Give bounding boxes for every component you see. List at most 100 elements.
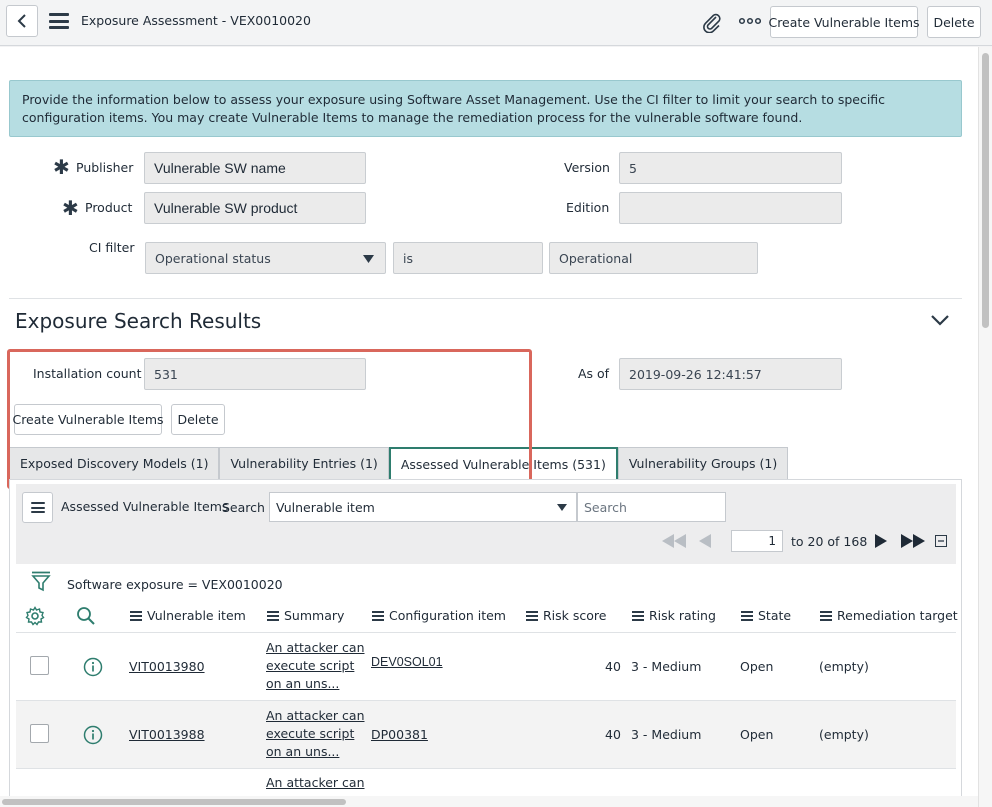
search-field-value: Vulnerable item <box>276 499 375 515</box>
table-row <box>16 768 956 796</box>
column-menu-icon <box>632 610 644 621</box>
gear-icon[interactable] <box>25 606 45 626</box>
as-of-field: 2019-09-26 12:41:57 <box>619 358 842 390</box>
risk-rating: 3 - Medium <box>631 727 702 742</box>
column-header-state[interactable]: State <box>741 608 791 623</box>
remediation-target: (empty) <box>819 727 869 742</box>
risk-score: 40 <box>605 659 621 674</box>
tab-vulnerability-entries[interactable]: Vulnerability Entries (1) <box>219 447 389 479</box>
section-divider <box>9 298 962 299</box>
form-title: Exposure Assessment - VEX0010020 <box>81 13 311 28</box>
column-header-vulnerable-item[interactable]: Vulnerable item <box>130 608 246 623</box>
configuration-item-link[interactable]: DP00381 <box>371 727 428 742</box>
column-label: State <box>758 608 792 623</box>
column-menu-icon <box>820 610 832 621</box>
ci-filter-operator[interactable]: is <box>393 242 543 274</box>
info-icon[interactable] <box>83 657 103 677</box>
column-label: Configuration item <box>389 608 506 623</box>
related-list-tabs: Exposed Discovery Models (1) Vulnerabili… <box>9 447 789 480</box>
publisher-field[interactable]: Vulnerable SW name <box>144 152 366 184</box>
vulnerable-item-link[interactable]: VIT0013988 <box>129 727 205 742</box>
column-menu-icon <box>526 610 538 621</box>
configuration-item-link[interactable]: DEV0SOL01 <box>371 655 443 669</box>
ci-filter-field-value: Operational status <box>155 250 271 266</box>
installation-count-field: 531 <box>144 358 366 390</box>
create-vulnerable-items-button[interactable]: Create Vulnerable Items <box>12 404 164 435</box>
column-header-remediation-target[interactable]: Remediation target <box>820 608 958 623</box>
ci-filter-value[interactable]: Operational <box>549 242 758 274</box>
previous-page-icon[interactable] <box>699 534 711 548</box>
installation-count-label: Installation count <box>33 366 142 381</box>
version-field[interactable]: 5 <box>619 152 842 184</box>
chevron-left-icon <box>17 14 26 28</box>
chevron-down-icon[interactable] <box>930 314 950 326</box>
column-header-risk-rating[interactable]: Risk rating <box>632 608 716 623</box>
product-field[interactable]: Vulnerable SW product <box>144 192 366 224</box>
required-icon: ✱ <box>62 196 79 220</box>
filter-icon[interactable] <box>31 571 51 592</box>
column-menu-icon <box>267 610 279 621</box>
remediation-target: (empty) <box>819 659 869 674</box>
page-input-value: 1 <box>768 534 776 548</box>
horizontal-scrollbar[interactable] <box>0 796 978 807</box>
context-menu-icon[interactable] <box>49 13 69 29</box>
tab-exposed-discovery-models[interactable]: Exposed Discovery Models (1) <box>9 447 220 479</box>
edition-field[interactable] <box>619 192 842 224</box>
column-header-configuration-item[interactable]: Configuration item <box>372 608 506 623</box>
last-page-icon[interactable] <box>901 534 925 548</box>
column-header-risk-score[interactable]: Risk score <box>526 608 606 623</box>
column-label: Remediation target <box>837 608 958 623</box>
column-header-summary[interactable]: Summary <box>267 608 344 623</box>
vulnerable-item-link[interactable]: VIT0013980 <box>129 659 205 674</box>
paperclip-icon[interactable] <box>701 11 723 33</box>
row-checkbox[interactable] <box>30 656 49 675</box>
column-label: Risk rating <box>649 608 716 623</box>
dropdown-arrow-icon <box>363 255 374 263</box>
first-page-icon[interactable] <box>662 534 686 548</box>
back-button[interactable] <box>6 5 38 37</box>
section-title: Exposure Search Results <box>15 309 262 333</box>
state: Open <box>740 727 774 742</box>
publisher-label: Publisher <box>76 160 134 175</box>
page-input[interactable]: 1 <box>731 530 783 552</box>
filter-breadcrumb[interactable]: Software exposure = VEX0010020 <box>67 577 283 592</box>
ci-filter-label: CI filter <box>89 240 135 255</box>
column-label: Risk score <box>543 608 607 623</box>
search-label: Search <box>222 500 265 515</box>
summary-link[interactable]: An attacker can execute script on an uns… <box>266 639 366 693</box>
column-label: Vulnerable item <box>147 608 246 623</box>
info-icon[interactable] <box>83 725 103 745</box>
as-of-label: As of <box>578 366 610 381</box>
state: Open <box>740 659 774 674</box>
next-page-icon[interactable] <box>875 534 887 548</box>
scrollbar-thumb[interactable] <box>982 53 989 328</box>
ci-filter-field-select[interactable]: Operational status <box>145 242 386 274</box>
delete-button[interactable]: Delete <box>171 404 225 435</box>
column-menu-icon <box>130 610 142 621</box>
summary-link[interactable]: An attacker can execute script on an uns… <box>266 707 366 761</box>
collapse-icon[interactable] <box>935 535 947 547</box>
list-title: Assessed Vulnerable Items <box>61 499 229 514</box>
summary-link[interactable]: An attacker can <box>266 774 366 792</box>
search-placeholder: Search <box>584 499 627 515</box>
vertical-scrollbar[interactable] <box>978 47 992 807</box>
more-options-icon[interactable] <box>739 15 761 27</box>
search-icon[interactable] <box>76 606 96 626</box>
risk-score: 40 <box>605 727 621 742</box>
form-header: Exposure Assessment - VEX0010020 Create … <box>0 0 992 46</box>
edition-label: Edition <box>566 200 610 215</box>
column-label: Summary <box>284 608 345 623</box>
menu-icon <box>31 502 45 513</box>
row-checkbox[interactable] <box>30 724 49 743</box>
header-delete-button[interactable]: Delete <box>927 6 981 38</box>
page-range: to 20 of 168 <box>791 534 868 549</box>
search-field-select[interactable]: Vulnerable item <box>269 492 577 522</box>
product-label: Product <box>85 200 133 215</box>
info-message: Provide the information below to assess … <box>9 80 962 137</box>
tab-assessed-vulnerable-items[interactable]: Assessed Vulnerable Items (531) <box>388 447 618 480</box>
scrollbar-thumb[interactable] <box>2 799 346 805</box>
tab-vulnerability-groups[interactable]: Vulnerability Groups (1) <box>617 447 789 479</box>
header-create-vulnerable-items-button[interactable]: Create Vulnerable Items <box>768 6 920 38</box>
list-menu-button[interactable] <box>22 492 53 523</box>
search-input[interactable]: Search <box>577 492 726 522</box>
